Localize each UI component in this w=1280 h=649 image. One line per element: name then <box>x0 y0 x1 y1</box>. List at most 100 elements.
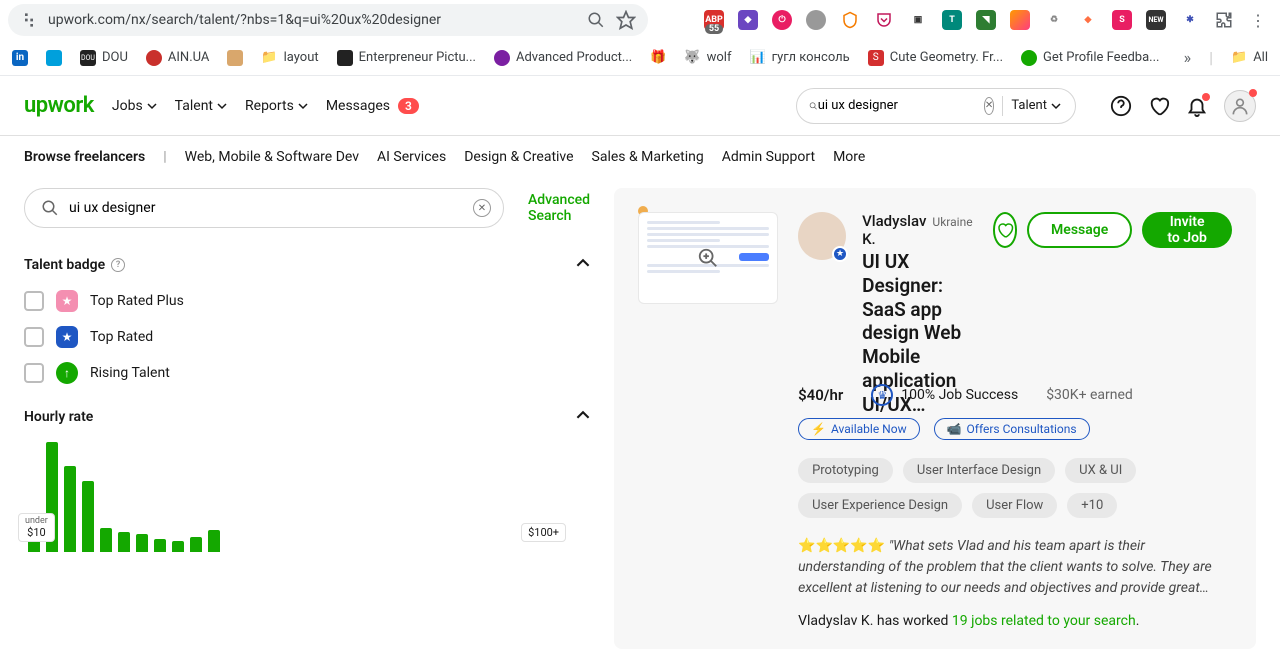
filter-top-rated-plus[interactable]: ★ Top Rated Plus <box>24 290 590 312</box>
abp-icon[interactable]: ABP55 <box>704 10 724 30</box>
ext-icon-14[interactable]: NEW <box>1146 10 1166 30</box>
ext-icon-2[interactable]: ◆ <box>738 10 758 30</box>
rate-min-label: under$10 <box>18 513 55 542</box>
ext-icon-3[interactable]: ⏻ <box>772 10 792 30</box>
star-icon[interactable] <box>616 10 636 30</box>
header-search[interactable]: ✕ Talent <box>796 88 1076 124</box>
avatar[interactable]: ★ <box>798 212 846 260</box>
pocket-icon[interactable] <box>874 10 894 30</box>
checkbox[interactable] <box>24 363 44 383</box>
brave-icon[interactable] <box>840 10 860 30</box>
freelancer-name[interactable]: Vladyslav K. <box>862 212 926 248</box>
nav-talent[interactable]: Talent <box>175 98 227 114</box>
upwork-logo[interactable]: upwork <box>24 93 94 118</box>
top-rated-icon: ★ <box>56 326 78 348</box>
search-icon[interactable] <box>586 10 606 30</box>
ext-icon-4[interactable] <box>806 10 826 30</box>
earned: $30K+ earned <box>1046 387 1133 403</box>
worked-jobs: Vladyslav K. has worked 19 jobs related … <box>798 613 1232 629</box>
ext-icon-12[interactable]: ◆ <box>1078 10 1098 30</box>
ext-icon-15[interactable]: ✱ <box>1180 10 1200 30</box>
bookmark-google-console[interactable]: 📊гугл консоль <box>749 50 849 65</box>
ext-icon-13[interactable]: S <box>1112 10 1132 30</box>
bookmark-5[interactable] <box>227 50 243 66</box>
checkbox[interactable] <box>24 327 44 347</box>
filter-rising-talent[interactable]: ↑ Rising Talent <box>24 362 590 384</box>
ext-icon-11[interactable]: ♻ <box>1044 10 1064 30</box>
url-bar[interactable]: upwork.com/nx/search/talent/?nbs=1&q=ui%… <box>8 4 648 36</box>
job-success: ♛100% Job Success <box>871 384 1018 406</box>
nav-messages[interactable]: Messages3 <box>326 98 419 114</box>
skill-chip-more[interactable]: +10 <box>1067 493 1117 518</box>
skill-chip[interactable]: User Experience Design <box>798 493 962 518</box>
hourly-rate: $40/hr <box>798 386 843 404</box>
freelancer-country: Ukraine <box>932 215 972 229</box>
bookmark-9[interactable]: 🎁 <box>650 50 666 65</box>
main-search[interactable]: ✕ <box>24 188 504 228</box>
rising-talent-icon: ↑ <box>56 362 78 384</box>
extensions-icon[interactable] <box>1214 10 1234 30</box>
cat-admin[interactable]: Admin Support <box>722 149 815 165</box>
bookmark-dou[interactable]: DOUDOU <box>80 50 128 66</box>
ext-icon-9[interactable]: ◥ <box>976 10 996 30</box>
main-search-input[interactable] <box>69 200 463 216</box>
bookmark-layout[interactable]: 📁layout <box>261 50 318 65</box>
menu-icon[interactable]: ⋮ <box>1248 10 1268 30</box>
info-icon[interactable]: ? <box>111 258 125 272</box>
message-button[interactable]: Message <box>1027 212 1132 248</box>
review-quote: ⭐⭐⭐⭐⭐ "What sets Vlad and his team apart… <box>798 536 1232 599</box>
messages-badge: 3 <box>398 98 419 114</box>
cat-ai[interactable]: AI Services <box>377 149 446 165</box>
cat-design[interactable]: Design & Creative <box>464 149 573 165</box>
browse-title: Browse freelancers <box>24 149 145 165</box>
checkbox[interactable] <box>24 291 44 311</box>
browser-address-bar: upwork.com/nx/search/talent/?nbs=1&q=ui%… <box>0 0 1280 40</box>
bookmark-all[interactable]: 📁All <box>1231 50 1268 65</box>
clear-icon[interactable]: ✕ <box>984 97 995 115</box>
header-search-input[interactable] <box>818 98 984 113</box>
heart-icon[interactable] <box>1148 95 1170 117</box>
skill-chip[interactable]: UX & UI <box>1065 458 1136 483</box>
site-settings-icon[interactable] <box>20 11 38 29</box>
bookmark-ain[interactable]: AIN.UA <box>146 50 210 66</box>
available-now-badge: ⚡Available Now <box>798 418 920 440</box>
bookmark-wolf[interactable]: 🐺wolf <box>684 50 731 65</box>
nav-reports[interactable]: Reports <box>245 98 308 114</box>
bookmark-geometry[interactable]: SCute Geometry. Fr... <box>868 50 1003 66</box>
bookmark-2[interactable] <box>46 50 62 66</box>
bookmark-upwork[interactable]: Get Profile Feedba... <box>1021 50 1159 66</box>
clear-icon[interactable]: ✕ <box>473 199 491 217</box>
favorite-button[interactable] <box>993 212 1017 248</box>
cat-sales[interactable]: Sales & Marketing <box>592 149 704 165</box>
chevron-up-icon[interactable] <box>576 256 590 274</box>
crown-icon: ♛ <box>871 384 893 406</box>
bell-icon[interactable] <box>1186 95 1208 117</box>
skills-list: Prototyping User Interface Design UX & U… <box>798 458 1232 518</box>
filter-top-rated[interactable]: ★ Top Rated <box>24 326 590 348</box>
cat-web[interactable]: Web, Mobile & Software Dev <box>185 149 359 165</box>
invite-button[interactable]: Invite to Job <box>1142 212 1232 248</box>
bookmark-linkedin[interactable]: in <box>12 50 28 66</box>
skill-chip[interactable]: User Interface Design <box>903 458 1055 483</box>
zoom-icon <box>639 213 777 303</box>
bookmark-advanced[interactable]: Advanced Product... <box>494 50 632 66</box>
chevron-up-icon[interactable] <box>576 408 590 426</box>
avatar[interactable] <box>1224 90 1256 122</box>
bookmark-entrepreneur[interactable]: Enterpreneur Pictu... <box>337 50 476 66</box>
advanced-search-link[interactable]: Advanced Search <box>528 192 590 224</box>
portfolio-thumbnail[interactable] <box>638 212 778 304</box>
related-jobs-link[interactable]: 19 jobs related to your search <box>952 613 1136 629</box>
help-icon[interactable] <box>1110 95 1132 117</box>
skill-chip[interactable]: User Flow <box>972 493 1057 518</box>
hourly-rate-histogram[interactable]: under$10 $100+ <box>24 442 590 552</box>
rate-max-si: $100+ <box>521 523 566 542</box>
cat-more[interactable]: More <box>833 149 865 165</box>
search-type-dropdown[interactable]: Talent <box>1002 96 1069 116</box>
skill-chip[interactable]: Prototyping <box>798 458 893 483</box>
ext-icon-7[interactable]: ▣ <box>908 10 928 30</box>
url-text: upwork.com/nx/search/talent/?nbs=1&q=ui%… <box>48 12 576 28</box>
bookmarks-overflow-icon[interactable]: » <box>1184 48 1192 67</box>
ext-icon-8[interactable]: T <box>942 10 962 30</box>
ext-icon-10[interactable] <box>1010 10 1030 30</box>
nav-jobs[interactable]: Jobs <box>112 98 157 114</box>
